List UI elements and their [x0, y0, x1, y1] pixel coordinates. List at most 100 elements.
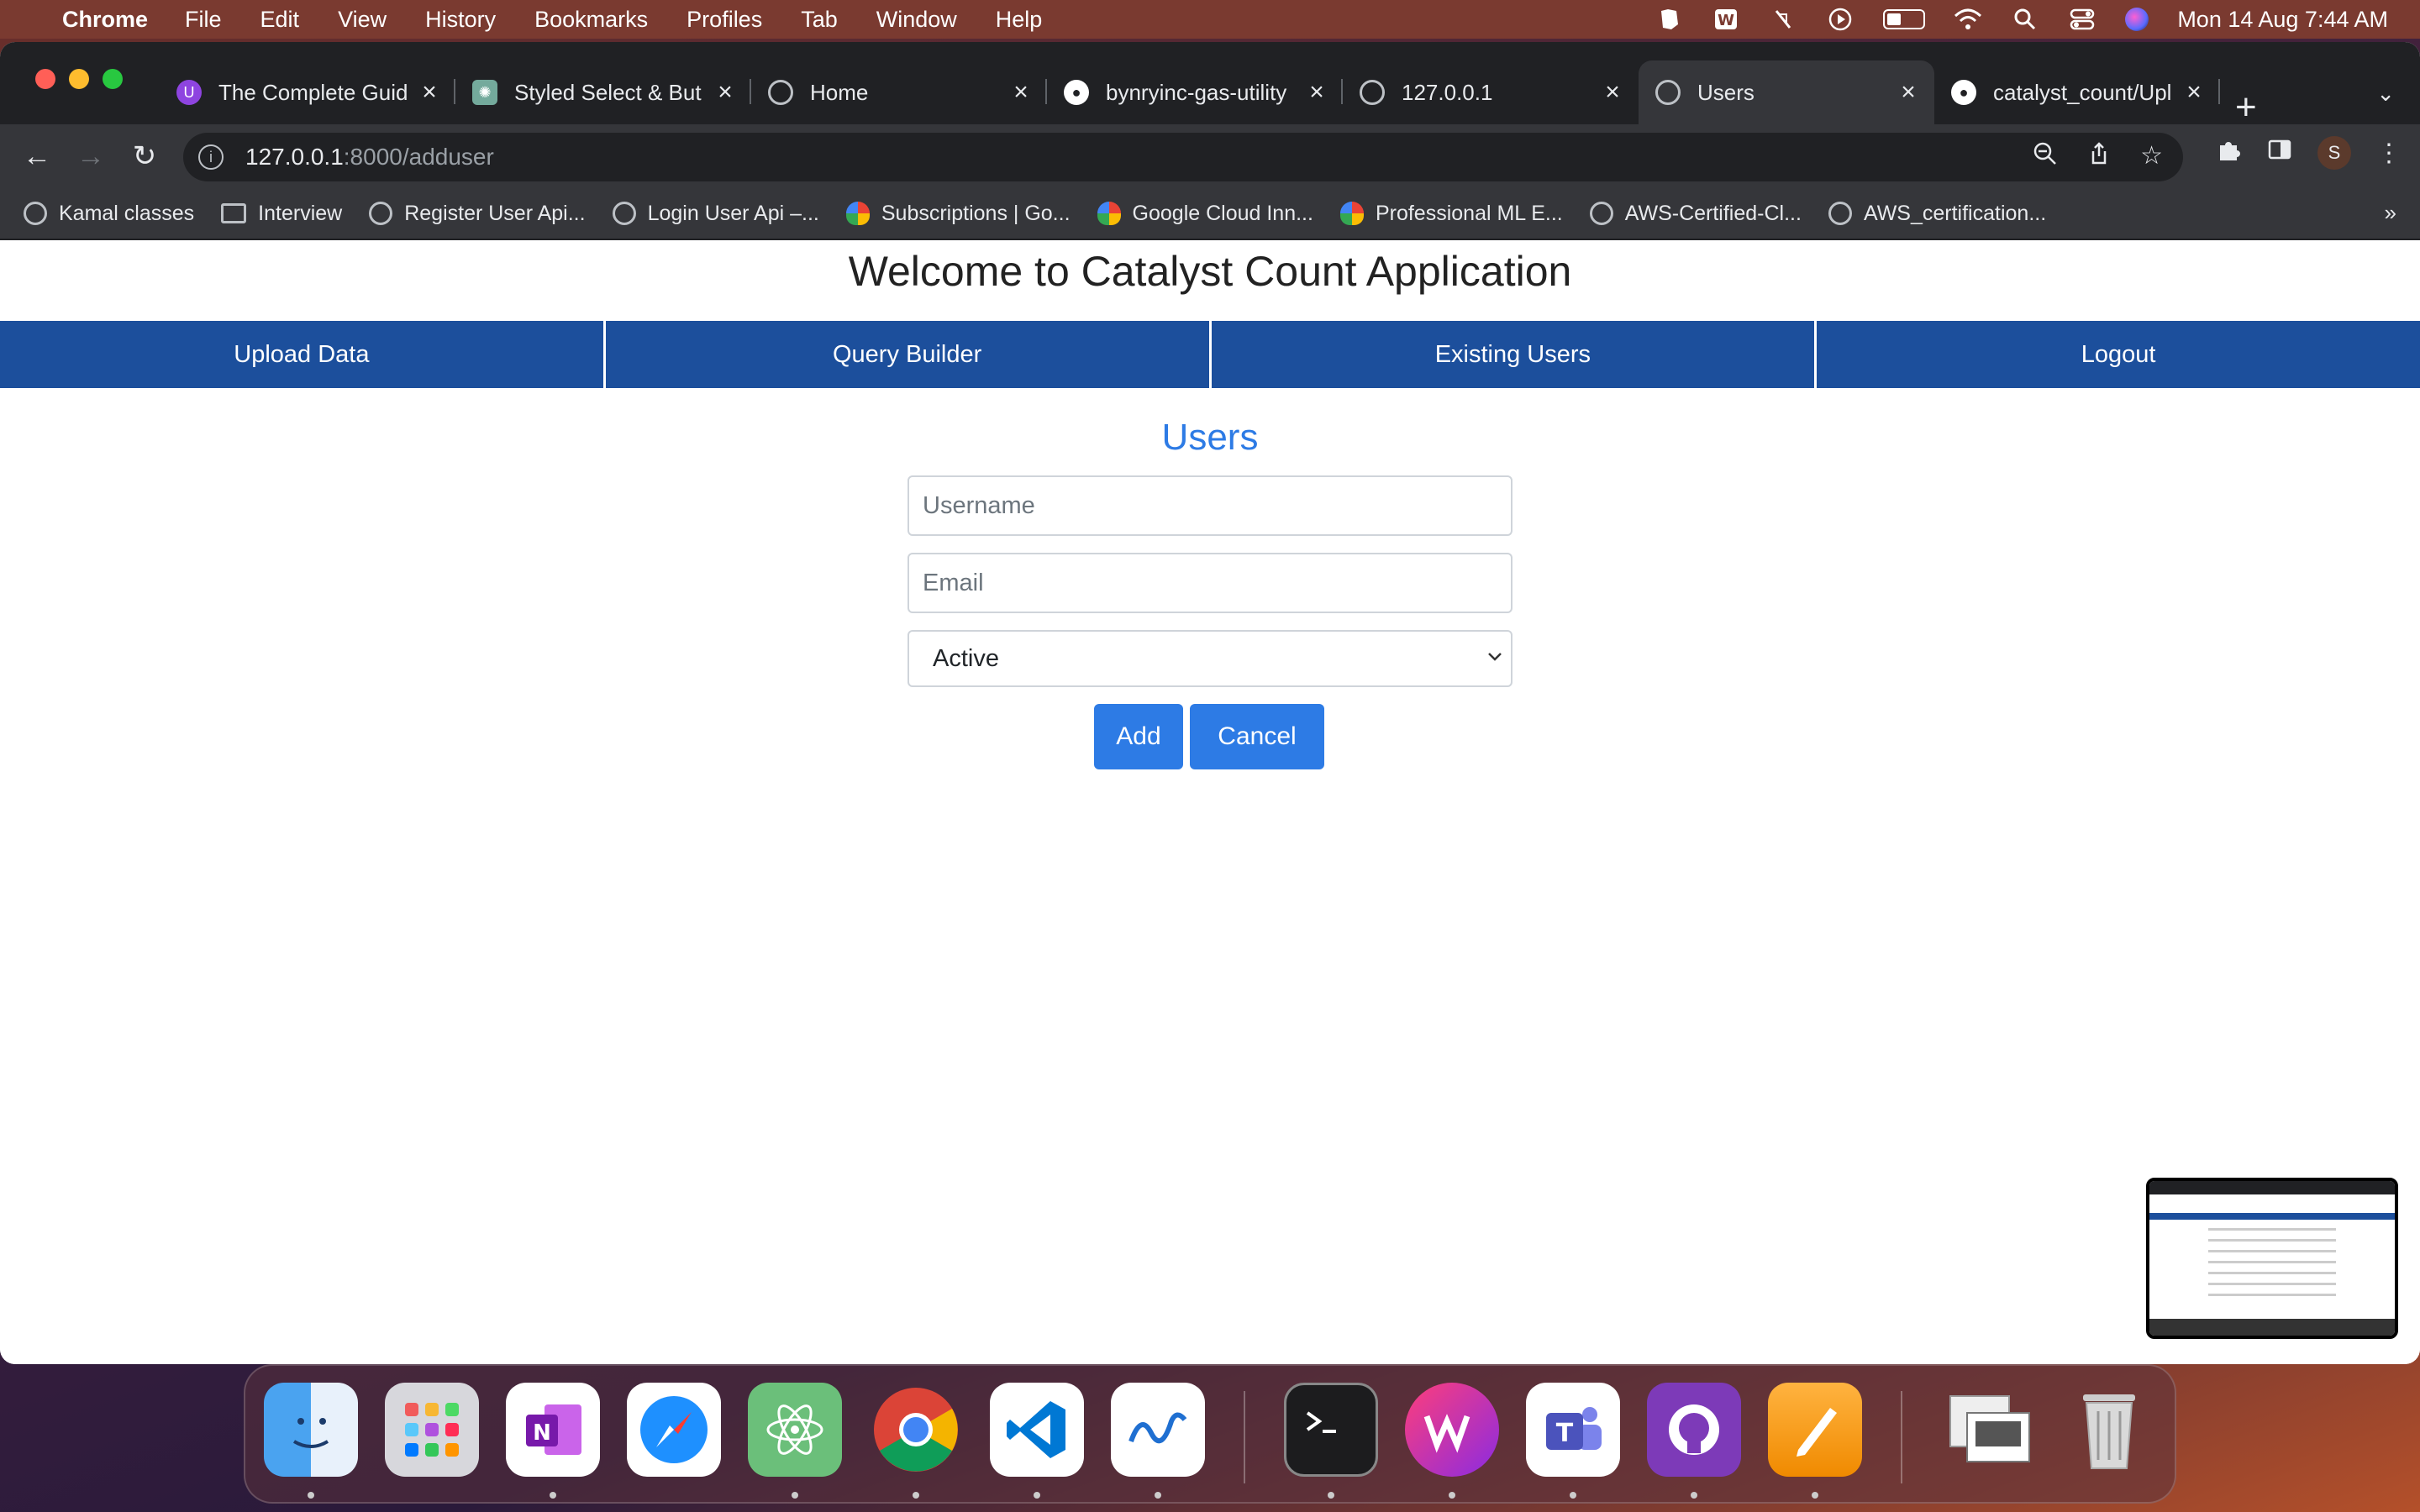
menu-tab[interactable]: Tab: [801, 7, 838, 33]
chrome-menu-icon[interactable]: ⋮: [2376, 139, 2402, 168]
tab-search-chevron-icon[interactable]: ⌄: [2376, 81, 2395, 107]
forward-arrow-icon[interactable]: →: [72, 138, 109, 175]
tab-strip: U The Complete Guid × ✺ Styled Select & …: [0, 42, 2420, 126]
tab-title: Styled Select & But: [514, 79, 702, 105]
teams-icon[interactable]: T: [1526, 1383, 1620, 1477]
minimize-window-button[interactable]: [69, 69, 89, 89]
address-bar[interactable]: i 127.0.0.1:8000/adduser ☆: [183, 133, 2183, 181]
wifi-icon[interactable]: [1954, 8, 1982, 31]
bookmark-aws-certified[interactable]: AWS-Certified-Cl...: [1589, 202, 1802, 226]
mute-icon[interactable]: [1769, 8, 1797, 31]
nav-existing-users[interactable]: Existing Users: [1211, 321, 1818, 388]
close-window-button[interactable]: [35, 69, 55, 89]
site-info-icon[interactable]: i: [198, 144, 224, 170]
terminal-icon[interactable]: [1284, 1383, 1378, 1477]
bookmark-professional-ml[interactable]: Professional ML E...: [1339, 202, 1563, 226]
tab-catalyst-count-github[interactable]: ● catalyst_count/Upl ×: [1934, 60, 2220, 124]
tab-localhost[interactable]: 127.0.0.1 ×: [1343, 60, 1639, 124]
tab-close-icon[interactable]: ×: [417, 78, 442, 107]
bookmark-google-cloud-inn[interactable]: Google Cloud Inn...: [1097, 202, 1313, 226]
cancel-button[interactable]: Cancel: [1190, 704, 1324, 769]
menu-help[interactable]: Help: [996, 7, 1043, 33]
status-select[interactable]: Active: [908, 630, 1512, 687]
bookmark-login-user-api[interactable]: Login User Api –...: [612, 202, 819, 226]
tab-close-icon[interactable]: ×: [1896, 78, 1921, 107]
finder-icon[interactable]: [264, 1383, 358, 1477]
username-input[interactable]: [908, 475, 1512, 536]
bookmark-label: Subscriptions | Go...: [881, 201, 1071, 225]
siri-icon[interactable]: [2125, 8, 2149, 31]
control-center-icon[interactable]: [2068, 8, 2096, 31]
nav-upload-data[interactable]: Upload Data: [0, 321, 606, 388]
freeform-icon[interactable]: [1111, 1383, 1205, 1477]
evernote-icon[interactable]: [1655, 8, 1683, 31]
bookmark-label: Register User Api...: [404, 201, 586, 225]
menu-bookmarks[interactable]: Bookmarks: [534, 7, 648, 33]
nav-query-builder[interactable]: Query Builder: [605, 321, 1212, 388]
battery-icon[interactable]: [1883, 9, 1926, 29]
bookmark-register-user-api[interactable]: Register User Api...: [369, 201, 586, 226]
running-indicator: [1570, 1492, 1576, 1499]
side-panel-icon[interactable]: [2267, 137, 2292, 169]
nav-logout[interactable]: Logout: [1817, 321, 2420, 388]
running-indicator: [1812, 1492, 1818, 1499]
play-circle-icon[interactable]: [1826, 8, 1854, 31]
email-input[interactable]: [908, 553, 1512, 613]
bookmark-subscriptions[interactable]: Subscriptions | Go...: [845, 201, 1071, 226]
safari-icon[interactable]: [627, 1383, 721, 1477]
preview-icon[interactable]: [1941, 1383, 2035, 1477]
running-indicator: [1328, 1492, 1334, 1499]
tab-close-icon[interactable]: ×: [1008, 78, 1034, 107]
bookmark-folder-interview[interactable]: Interview: [221, 202, 342, 226]
globe-icon: [1655, 80, 1681, 105]
atom-icon[interactable]: [748, 1383, 842, 1477]
globe-icon: [369, 202, 393, 225]
tab-close-icon[interactable]: ×: [1600, 78, 1625, 107]
tab-close-icon[interactable]: ×: [2181, 78, 2207, 107]
thumbnail-navbar: [2149, 1213, 2395, 1220]
trash-icon[interactable]: [2062, 1383, 2156, 1477]
tab-complete-guide[interactable]: U The Complete Guid ×: [160, 60, 455, 124]
vscode-icon[interactable]: [990, 1383, 1084, 1477]
menu-view[interactable]: View: [338, 7, 387, 33]
spotlight-search-icon[interactable]: [2011, 8, 2039, 31]
onenote-icon[interactable]: N: [506, 1383, 600, 1477]
bookmark-kamal-classes[interactable]: Kamal classes: [24, 202, 194, 226]
screenshot-thumbnail-preview[interactable]: [2146, 1178, 2398, 1339]
pages-icon[interactable]: [1768, 1383, 1862, 1477]
menubar-status-area: W Mon 14 Aug 7:44 AM: [1655, 0, 2388, 39]
reload-icon[interactable]: ↻: [126, 138, 163, 175]
menu-profiles[interactable]: Profiles: [687, 7, 762, 33]
tab-styled-select[interactable]: ✺ Styled Select & But ×: [455, 60, 751, 124]
back-arrow-icon[interactable]: ←: [18, 138, 55, 175]
tab-bynryinc-gas-utility[interactable]: ● bynryinc-gas-utility ×: [1047, 60, 1343, 124]
tab-close-icon[interactable]: ×: [1304, 78, 1329, 107]
zoom-out-icon[interactable]: [2033, 141, 2058, 173]
menu-app-name[interactable]: Chrome: [62, 7, 148, 33]
extensions-puzzle-icon[interactable]: [2217, 137, 2242, 169]
menu-window[interactable]: Window: [876, 7, 957, 33]
thumbnail-row: [2208, 1261, 2336, 1263]
fullscreen-window-button[interactable]: [103, 69, 123, 89]
launchpad-icon[interactable]: [385, 1383, 479, 1477]
more-bookmarks-button[interactable]: »: [2385, 200, 2396, 226]
tab-home[interactable]: Home ×: [751, 60, 1047, 124]
tab-close-icon[interactable]: ×: [713, 78, 738, 107]
address-path: :8000/adduser: [343, 144, 494, 170]
menu-edit[interactable]: Edit: [260, 7, 300, 33]
wps-icon[interactable]: [1405, 1383, 1499, 1477]
wps-menubar-icon[interactable]: W: [1712, 8, 1740, 31]
menubar-clock[interactable]: Mon 14 Aug 7:44 AM: [2177, 7, 2388, 33]
tab-users[interactable]: Users ×: [1639, 60, 1934, 124]
add-button[interactable]: Add: [1094, 704, 1183, 769]
share-icon[interactable]: [2086, 141, 2112, 173]
globe-icon: [768, 80, 793, 105]
profile-avatar[interactable]: S: [2317, 136, 2351, 170]
bookmark-aws-certification[interactable]: AWS_certification...: [1828, 202, 2046, 226]
github-desktop-icon[interactable]: [1647, 1383, 1741, 1477]
menu-history[interactable]: History: [425, 7, 496, 33]
toolbar-actions: S ⋮: [2217, 136, 2402, 170]
bookmark-star-icon[interactable]: ☆: [2140, 141, 2163, 173]
menu-file[interactable]: File: [185, 7, 222, 33]
chrome-icon[interactable]: [869, 1383, 963, 1477]
